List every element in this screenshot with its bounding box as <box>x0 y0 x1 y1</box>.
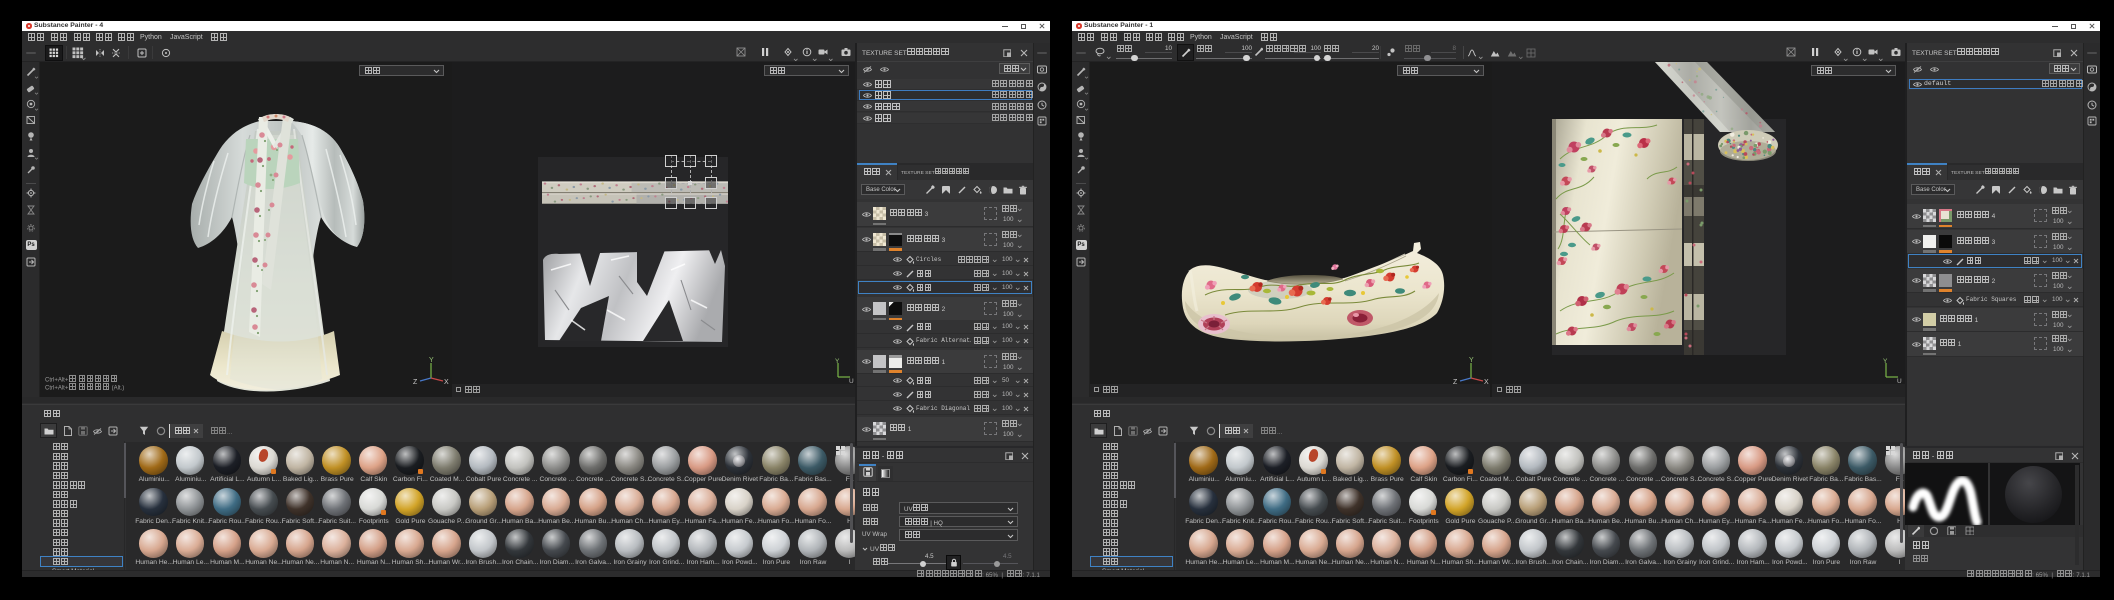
svg-text:Y: Y <box>429 357 434 364</box>
svg-text:U: U <box>1897 378 1902 384</box>
svg-text:Z: Z <box>1453 379 1458 386</box>
svg-text:Y: Y <box>1883 358 1888 365</box>
svg-text:Y: Y <box>1469 357 1474 364</box>
svg-text:X: X <box>1484 379 1489 386</box>
svg-text:U: U <box>849 378 854 384</box>
svg-text:Y: Y <box>835 358 840 365</box>
svg-text:Z: Z <box>413 379 418 386</box>
svg-text:X: X <box>444 379 449 386</box>
